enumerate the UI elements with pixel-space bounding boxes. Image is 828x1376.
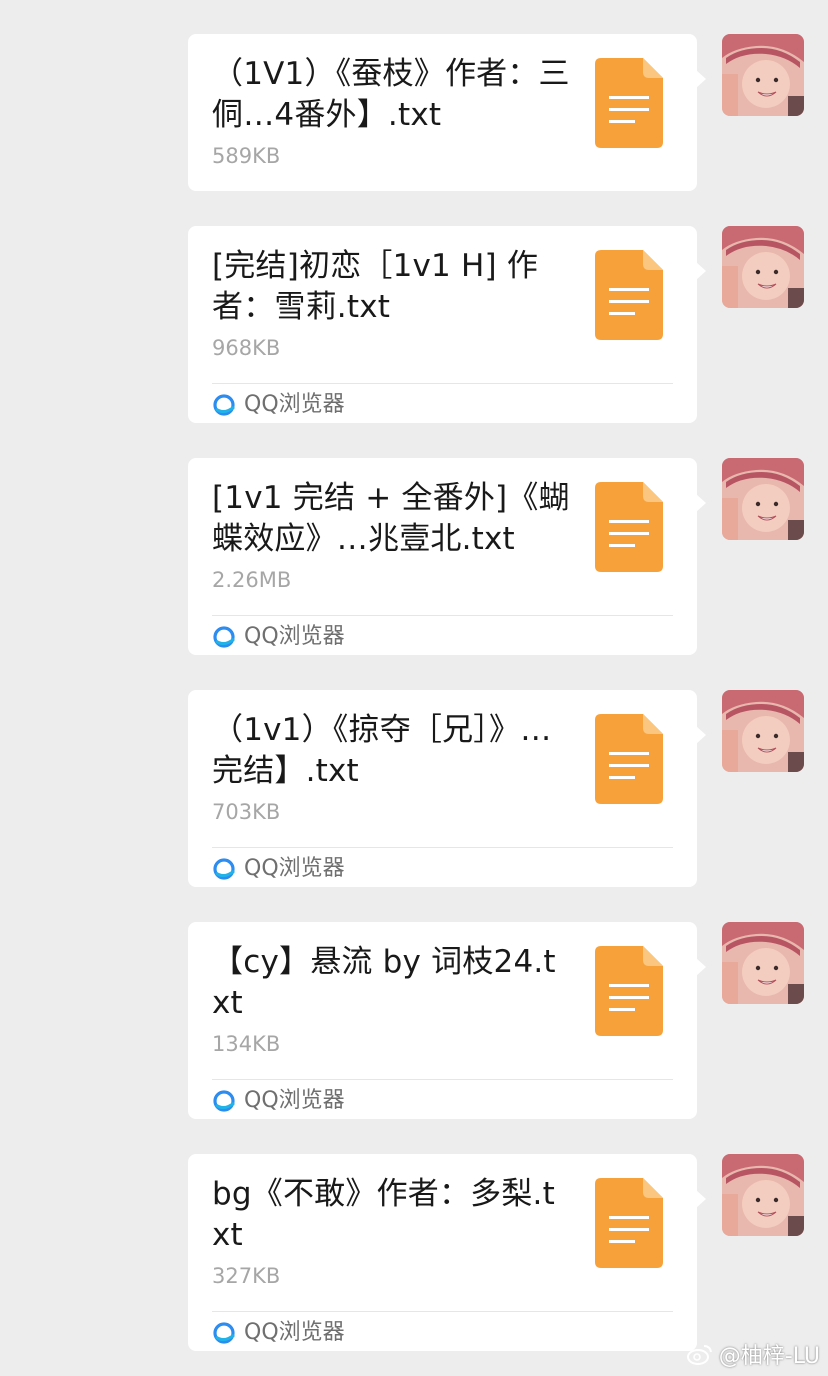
source-app[interactable]: QQ浏览器 <box>212 854 345 884</box>
source-app[interactable]: QQ浏览器 <box>212 1086 345 1116</box>
file-card[interactable]: （1v1）《掠夺［兄］》…完结】.txt 703KB QQ浏览器 <box>188 690 706 887</box>
file-card[interactable]: bg《不敢》作者：多梨.txt 327KB QQ浏览器 <box>188 1154 706 1351</box>
source-app[interactable]: QQ浏览器 <box>212 1318 345 1348</box>
avatar[interactable] <box>722 34 804 116</box>
qq-browser-icon <box>213 858 235 880</box>
avatar-photo <box>722 1154 804 1236</box>
chat-message-list[interactable]: （1V1）《蚕枝》作者：三侗…4番外】.txt 589KB [完结]初恋［1v1… <box>0 0 828 1376</box>
file-name: （1V1）《蚕枝》作者：三侗…4番外】.txt <box>212 56 570 133</box>
file-name: [完结]初恋［1v1 H] 作者：雪莉.txt <box>212 248 539 325</box>
avatar[interactable] <box>722 1154 804 1236</box>
document-icon <box>595 250 663 340</box>
file-name: [1v1 完结 + 全番外]《蝴蝶效应》…兆壹北.txt <box>212 480 570 557</box>
divider <box>212 383 673 384</box>
divider <box>212 615 673 616</box>
file-size: 134KB <box>212 1032 281 1056</box>
source-label: QQ浏览器 <box>244 856 345 881</box>
file-name: （1v1）《掠夺［兄］》…完结】.txt <box>212 712 552 789</box>
document-icon <box>595 482 663 572</box>
document-icon <box>595 714 663 804</box>
file-message: bg《不敢》作者：多梨.txt 327KB QQ浏览器 <box>0 1154 828 1354</box>
qq-browser-icon <box>213 394 235 416</box>
source-label: QQ浏览器 <box>244 1320 345 1345</box>
file-message: （1V1）《蚕枝》作者：三侗…4番外】.txt 589KB <box>0 34 828 234</box>
avatar-photo <box>722 690 804 772</box>
avatar[interactable] <box>722 922 804 1004</box>
source-label: QQ浏览器 <box>244 1088 345 1113</box>
file-size: 2.26MB <box>212 568 292 592</box>
file-message: [1v1 完结 + 全番外]《蝴蝶效应》…兆壹北.txt 2.26MB QQ浏览… <box>0 458 828 658</box>
file-name: 【cy】悬流 by 词枝24.txt <box>212 944 556 1021</box>
file-message: [完结]初恋［1v1 H] 作者：雪莉.txt 968KB QQ浏览器 <box>0 226 828 426</box>
avatar[interactable] <box>722 458 804 540</box>
file-size: 968KB <box>212 336 281 360</box>
document-icon <box>595 946 663 1036</box>
source-app[interactable]: QQ浏览器 <box>212 390 345 420</box>
divider <box>212 1079 673 1080</box>
source-label: QQ浏览器 <box>244 624 345 649</box>
source-app[interactable]: QQ浏览器 <box>212 622 345 652</box>
avatar-photo <box>722 34 804 116</box>
weibo-logo-icon <box>686 1345 712 1365</box>
file-card[interactable]: [完结]初恋［1v1 H] 作者：雪莉.txt 968KB QQ浏览器 <box>188 226 706 423</box>
file-size: 327KB <box>212 1264 281 1288</box>
file-message: （1v1）《掠夺［兄］》…完结】.txt 703KB QQ浏览器 <box>0 690 828 890</box>
file-card[interactable]: （1V1）《蚕枝》作者：三侗…4番外】.txt 589KB <box>188 34 706 191</box>
file-name: bg《不敢》作者：多梨.txt <box>212 1176 555 1253</box>
file-message: 【cy】悬流 by 词枝24.txt 134KB QQ浏览器 <box>0 922 828 1122</box>
avatar-photo <box>722 226 804 308</box>
avatar-photo <box>722 458 804 540</box>
qq-browser-icon <box>213 1322 235 1344</box>
qq-browser-icon <box>213 626 235 648</box>
qq-browser-icon <box>213 1090 235 1112</box>
weibo-watermark: @柚梓-LU <box>686 1338 820 1370</box>
file-size: 589KB <box>212 144 281 168</box>
divider <box>212 1311 673 1312</box>
avatar[interactable] <box>722 226 804 308</box>
document-icon <box>595 1178 663 1268</box>
divider <box>212 847 673 848</box>
document-icon <box>595 58 663 148</box>
file-size: 703KB <box>212 800 281 824</box>
avatar-photo <box>722 922 804 1004</box>
source-label: QQ浏览器 <box>244 392 345 417</box>
file-card[interactable]: [1v1 完结 + 全番外]《蝴蝶效应》…兆壹北.txt 2.26MB QQ浏览… <box>188 458 706 655</box>
avatar[interactable] <box>722 690 804 772</box>
file-card[interactable]: 【cy】悬流 by 词枝24.txt 134KB QQ浏览器 <box>188 922 706 1119</box>
watermark-text: @柚梓-LU <box>718 1344 820 1369</box>
